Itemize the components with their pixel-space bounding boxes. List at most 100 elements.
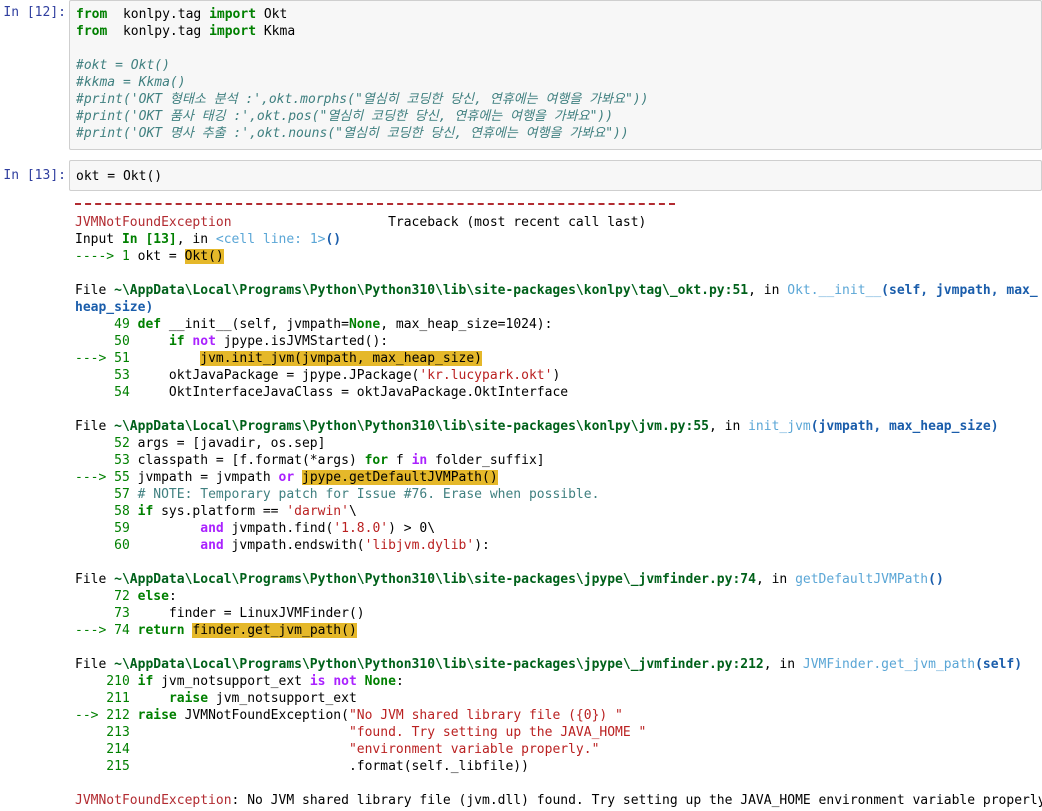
code-token: import [209,24,257,39]
traceback-line: ---> 74 return finder.get_jvm_path() [75,622,357,639]
traceback-line: heap_size) [75,299,153,316]
cell-prompt-13: In [13]: [3,168,66,183]
traceback-token: JVMNotFoundException [75,793,232,808]
traceback-line: File ~\AppData\Local\Programs\Python\Pyt… [75,282,1038,299]
traceback-line: 210 if jvm_notsupport_ext is not None: [75,673,404,690]
traceback-line: 60 and jvmpath.endswith('libjvm.dylib'): [75,537,490,554]
traceback-token: '1.8.0' [333,521,389,536]
traceback-line: 57 # NOTE: Temporary patch for Issue #76… [75,486,599,503]
traceback-line: 54 OktInterfaceJavaClass = oktJavaPackag… [75,384,568,401]
traceback-line: File ~\AppData\Local\Programs\Python\Pyt… [75,571,944,588]
traceback-token: ): [474,538,490,553]
traceback-token: not [192,334,216,349]
traceback-token: ~\AppData\Local\Programs\Python\Python31… [114,657,764,672]
code-line: #print('OKT 명사 추출 :',okt.nouns("열심히 코딩한 … [76,125,629,142]
traceback-token: in [411,453,428,468]
traceback-token: ---> 55 [75,470,138,485]
traceback-token: \ [348,504,357,519]
traceback-token: Traceback (most recent call last) [231,215,647,230]
code-editor-13[interactable]: okt = Okt() [69,160,1042,191]
traceback-line: 72 else: [75,588,177,605]
code-token: #okt = Okt() [76,58,170,73]
code-token: #print('OKT 품사 태깅 :',okt.pos("열심히 코딩한 당신… [76,109,614,124]
code-token: from [76,24,108,39]
traceback-line: 213 "found. Try setting up the JAVA_HOME… [75,724,646,741]
traceback-token: ) [552,368,561,383]
code-cell-12[interactable]: In [12]: from konlpy.tag import Okt from … [0,0,1042,155]
traceback-token: File [75,419,115,434]
traceback-token: f [388,453,412,468]
traceback-token: ~\AppData\Local\Programs\Python\Python31… [114,419,709,434]
traceback-token: () [928,572,944,587]
code-editor-12[interactable]: from konlpy.tag import Okt from konlpy.ta… [69,0,1042,150]
traceback-token: for [364,453,389,468]
traceback-line: 214 "environment variable properly." [75,741,599,758]
code-token: import [209,7,257,22]
code-line: #print('OKT 품사 태깅 :',okt.pos("열심히 코딩한 당신… [76,108,613,125]
traceback-token: : [395,674,404,689]
traceback-line: File ~\AppData\Local\Programs\Python\Pyt… [75,418,999,435]
traceback-token: None [348,317,381,332]
traceback-line: --> 212 raise JVMNotFoundException("No J… [75,707,623,724]
traceback-token: 214 [75,742,138,757]
traceback-token: : No JVM shared library file (jvm.dll) f… [231,793,1042,808]
traceback-token: jvm_notsupport_ext [208,691,357,706]
traceback-token: , in [763,657,803,672]
traceback-token: ---> 51 [75,351,138,366]
traceback-token: or [278,470,295,485]
traceback-token: 58 [75,504,138,519]
traceback-token: heap_size) [75,300,154,315]
code-token: konlpy.tag [107,7,210,22]
traceback-token: jvmpath = jvmpath [137,470,279,485]
traceback-token: (self, jvmpath, max_ [881,283,1038,298]
traceback-token: oktJavaPackage = jpype.JPackage( [137,368,420,383]
traceback-token: and [200,538,224,553]
traceback-token: --> 212 [75,708,138,723]
traceback-token: 53 [75,368,138,383]
traceback-token: 50 [75,334,138,349]
traceback-token: 'kr.lucypark.okt' [419,368,553,383]
traceback-token: , in [755,572,796,587]
code-token: Okt [256,7,288,22]
traceback-line: ---> 55 jvmpath = jvmpath or jpype.getDe… [75,469,498,486]
traceback-token: if [137,674,154,689]
traceback-line: 49 def __init__(self, jvmpath=None, max_… [75,316,552,333]
traceback-line: 53 oktJavaPackage = jpype.JPackage('kr.l… [75,367,560,384]
traceback-token: jvmpath.find( [223,521,334,536]
traceback-token: ) > 0\ [388,521,436,536]
traceback-line: File ~\AppData\Local\Programs\Python\Pyt… [75,656,1022,673]
code-token: konlpy.tag [107,24,210,39]
traceback-token [138,334,169,349]
traceback-line: 58 if sys.platform == 'darwin'\ [75,503,357,520]
traceback-line: 211 raise jvm_notsupport_ext [75,690,357,707]
code-line: from konlpy.tag import Kkma [76,23,295,40]
traceback-token [138,538,201,553]
traceback-token: Input [75,232,122,247]
traceback-token [138,351,201,366]
traceback-token: sys.platform == [153,504,287,519]
traceback-token: In [13] [121,232,177,247]
highlighted-code: finder.get_jvm_path() [192,623,357,638]
traceback-line: 53 classpath = [f.format(*args) for f in… [75,452,545,469]
traceback-token: raise [137,708,177,723]
traceback-token: 213 [75,725,138,740]
traceback-token: OktInterfaceJavaClass = oktJavaPackage.O… [137,385,569,400]
traceback-line: ---> 51 jvm.init_jvm(jvmpath, max_heap_s… [75,350,483,367]
code-token: from [76,7,108,22]
traceback-token: folder_suffix] [427,453,545,468]
traceback-token: ~\AppData\Local\Programs\Python\Python31… [114,572,756,587]
traceback-token [138,691,169,706]
code-token: #print('OKT 명사 추출 :',okt.nouns("열심히 코딩한 … [76,126,629,141]
traceback-token: 210 [75,674,138,689]
traceback-token: finder = LinuxJVMFinder() [137,606,365,621]
traceback-token: 59 [75,521,138,536]
traceback-token: not [333,674,357,689]
traceback-line: ----> 1 okt = Okt() [75,248,224,265]
traceback-token: File [75,572,115,587]
traceback-token: 73 [75,606,138,621]
traceback-line: 52 args = [javadir, os.sep] [75,435,325,452]
code-token: #print('OKT 형태소 분석 :',okt.morphs("열심히 코딩… [76,92,649,107]
code-line: from konlpy.tag import Okt [76,6,287,23]
traceback-token: def [137,317,162,332]
traceback-token: ~\AppData\Local\Programs\Python\Python31… [114,283,749,298]
